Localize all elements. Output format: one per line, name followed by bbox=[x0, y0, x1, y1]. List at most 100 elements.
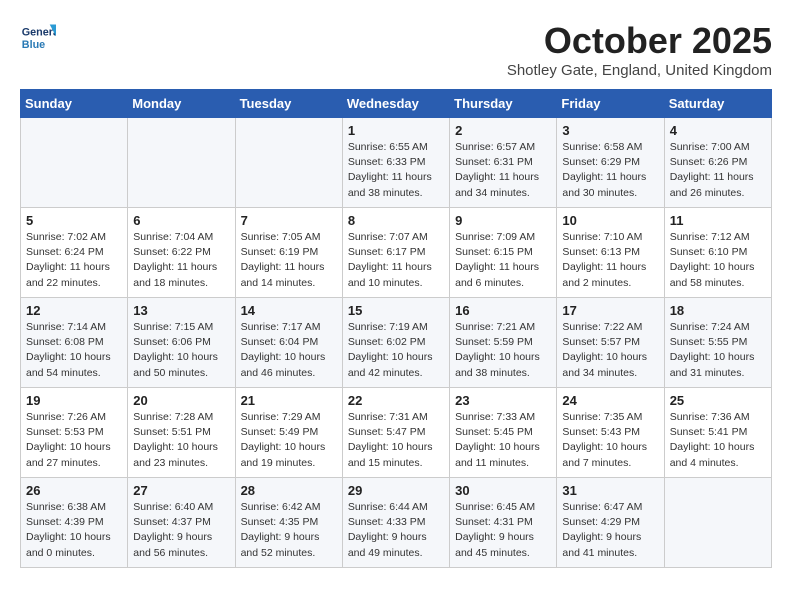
calendar-cell: 18 Sunrise: 7:24 AM Sunset: 5:55 PM Dayli… bbox=[664, 298, 771, 388]
calendar-cell: 14 Sunrise: 7:17 AM Sunset: 6:04 PM Dayli… bbox=[235, 298, 342, 388]
day-header-monday: Monday bbox=[128, 90, 235, 118]
day-info: Sunrise: 7:07 AM Sunset: 6:17 PM Dayligh… bbox=[348, 230, 444, 291]
day-info: Sunrise: 7:09 AM Sunset: 6:15 PM Dayligh… bbox=[455, 230, 551, 291]
calendar-cell: 9 Sunrise: 7:09 AM Sunset: 6:15 PM Daylig… bbox=[450, 208, 557, 298]
day-info: Sunrise: 7:24 AM Sunset: 5:55 PM Dayligh… bbox=[670, 320, 766, 381]
calendar-cell: 6 Sunrise: 7:04 AM Sunset: 6:22 PM Daylig… bbox=[128, 208, 235, 298]
day-number: 1 bbox=[348, 123, 444, 138]
day-info: Sunrise: 6:44 AM Sunset: 4:33 PM Dayligh… bbox=[348, 500, 444, 561]
day-number: 4 bbox=[670, 123, 766, 138]
day-info: Sunrise: 7:29 AM Sunset: 5:49 PM Dayligh… bbox=[241, 410, 337, 471]
day-info: Sunrise: 7:21 AM Sunset: 5:59 PM Dayligh… bbox=[455, 320, 551, 381]
calendar-week-row: 1 Sunrise: 6:55 AM Sunset: 6:33 PM Daylig… bbox=[21, 118, 772, 208]
day-info: Sunrise: 7:33 AM Sunset: 5:45 PM Dayligh… bbox=[455, 410, 551, 471]
calendar-cell: 8 Sunrise: 7:07 AM Sunset: 6:17 PM Daylig… bbox=[342, 208, 449, 298]
calendar-cell: 19 Sunrise: 7:26 AM Sunset: 5:53 PM Dayli… bbox=[21, 388, 128, 478]
day-number: 7 bbox=[241, 213, 337, 228]
day-number: 15 bbox=[348, 303, 444, 318]
day-info: Sunrise: 7:05 AM Sunset: 6:19 PM Dayligh… bbox=[241, 230, 337, 291]
calendar-cell: 21Sunrise: 7:29 AM Sunset: 5:49 PM Dayli… bbox=[235, 388, 342, 478]
day-number: 17 bbox=[562, 303, 658, 318]
day-info: Sunrise: 7:19 AM Sunset: 6:02 PM Dayligh… bbox=[348, 320, 444, 381]
svg-text:Blue: Blue bbox=[22, 39, 45, 51]
day-info: Sunrise: 7:10 AM Sunset: 6:13 PM Dayligh… bbox=[562, 230, 658, 291]
day-info: Sunrise: 6:42 AM Sunset: 4:35 PM Dayligh… bbox=[241, 500, 337, 561]
calendar-cell bbox=[235, 118, 342, 208]
day-info: Sunrise: 7:14 AM Sunset: 6:08 PM Dayligh… bbox=[26, 320, 122, 381]
calendar-cell bbox=[664, 478, 771, 568]
day-header-saturday: Saturday bbox=[664, 90, 771, 118]
day-info: Sunrise: 7:04 AM Sunset: 6:22 PM Dayligh… bbox=[133, 230, 229, 291]
day-info: Sunrise: 7:26 AM Sunset: 5:53 PM Dayligh… bbox=[26, 410, 122, 471]
calendar-cell: 13 Sunrise: 7:15 AM Sunset: 6:06 PM Dayli… bbox=[128, 298, 235, 388]
day-info: Sunrise: 7:36 AM Sunset: 5:41 PM Dayligh… bbox=[670, 410, 766, 471]
day-number: 16 bbox=[455, 303, 551, 318]
day-number: 23 bbox=[455, 393, 551, 408]
day-number: 8 bbox=[348, 213, 444, 228]
day-number: 28 bbox=[241, 483, 337, 498]
month-title: October 2025 bbox=[507, 20, 772, 62]
calendar-cell: 15 Sunrise: 7:19 AM Sunset: 6:02 PM Dayli… bbox=[342, 298, 449, 388]
day-number: 29 bbox=[348, 483, 444, 498]
calendar-cell: 16 Sunrise: 7:21 AM Sunset: 5:59 PM Dayli… bbox=[450, 298, 557, 388]
calendar-cell: 1 Sunrise: 6:55 AM Sunset: 6:33 PM Daylig… bbox=[342, 118, 449, 208]
calendar-cell: 7 Sunrise: 7:05 AM Sunset: 6:19 PM Daylig… bbox=[235, 208, 342, 298]
day-number: 30 bbox=[455, 483, 551, 498]
location-subtitle: Shotley Gate, England, United Kingdom bbox=[507, 62, 772, 79]
day-info: Sunrise: 6:55 AM Sunset: 6:33 PM Dayligh… bbox=[348, 140, 444, 201]
day-info: Sunrise: 7:17 AM Sunset: 6:04 PM Dayligh… bbox=[241, 320, 337, 381]
day-number: 3 bbox=[562, 123, 658, 138]
day-header-thursday: Thursday bbox=[450, 90, 557, 118]
day-info: Sunrise: 6:58 AM Sunset: 6:29 PM Dayligh… bbox=[562, 140, 658, 201]
logo-icon: General Blue bbox=[20, 20, 56, 56]
day-info: Sunrise: 6:47 AM Sunset: 4:29 PM Dayligh… bbox=[562, 500, 658, 561]
day-number: 19 bbox=[26, 393, 122, 408]
calendar-cell: 3 Sunrise: 6:58 AM Sunset: 6:29 PM Daylig… bbox=[557, 118, 664, 208]
day-info: Sunrise: 7:31 AM Sunset: 5:47 PM Dayligh… bbox=[348, 410, 444, 471]
day-number: 20 bbox=[133, 393, 229, 408]
calendar-week-row: 19 Sunrise: 7:26 AM Sunset: 5:53 PM Dayli… bbox=[21, 388, 772, 478]
day-info: Sunrise: 7:15 AM Sunset: 6:06 PM Dayligh… bbox=[133, 320, 229, 381]
calendar-table: SundayMondayTuesdayWednesdayThursdayFrid… bbox=[20, 89, 772, 568]
day-info: Sunrise: 6:40 AM Sunset: 4:37 PM Dayligh… bbox=[133, 500, 229, 561]
day-number: 9 bbox=[455, 213, 551, 228]
calendar-cell: 17 Sunrise: 7:22 AM Sunset: 5:57 PM Dayli… bbox=[557, 298, 664, 388]
calendar-cell: 23 Sunrise: 7:33 AM Sunset: 5:45 PM Dayli… bbox=[450, 388, 557, 478]
day-number: 11 bbox=[670, 213, 766, 228]
day-number: 27 bbox=[133, 483, 229, 498]
day-info: Sunrise: 6:45 AM Sunset: 4:31 PM Dayligh… bbox=[455, 500, 551, 561]
calendar-cell: 11Sunrise: 7:12 AM Sunset: 6:10 PM Dayli… bbox=[664, 208, 771, 298]
day-info: Sunrise: 7:00 AM Sunset: 6:26 PM Dayligh… bbox=[670, 140, 766, 201]
day-number: 18 bbox=[670, 303, 766, 318]
calendar-week-row: 12 Sunrise: 7:14 AM Sunset: 6:08 PM Dayli… bbox=[21, 298, 772, 388]
day-header-tuesday: Tuesday bbox=[235, 90, 342, 118]
calendar-cell: 30 Sunrise: 6:45 AM Sunset: 4:31 PM Dayli… bbox=[450, 478, 557, 568]
day-number: 6 bbox=[133, 213, 229, 228]
day-info: Sunrise: 7:02 AM Sunset: 6:24 PM Dayligh… bbox=[26, 230, 122, 291]
calendar-cell: 4 Sunrise: 7:00 AM Sunset: 6:26 PM Daylig… bbox=[664, 118, 771, 208]
calendar-cell: 2 Sunrise: 6:57 AM Sunset: 6:31 PM Daylig… bbox=[450, 118, 557, 208]
day-number: 26 bbox=[26, 483, 122, 498]
day-header-friday: Friday bbox=[557, 90, 664, 118]
calendar-cell: 22 Sunrise: 7:31 AM Sunset: 5:47 PM Dayli… bbox=[342, 388, 449, 478]
calendar-week-row: 5 Sunrise: 7:02 AM Sunset: 6:24 PM Daylig… bbox=[21, 208, 772, 298]
calendar-cell: 26 Sunrise: 6:38 AM Sunset: 4:39 PM Dayli… bbox=[21, 478, 128, 568]
calendar-cell bbox=[128, 118, 235, 208]
day-info: Sunrise: 6:57 AM Sunset: 6:31 PM Dayligh… bbox=[455, 140, 551, 201]
day-number: 14 bbox=[241, 303, 337, 318]
day-number: 10 bbox=[562, 213, 658, 228]
day-number: 13 bbox=[133, 303, 229, 318]
calendar-cell: 5 Sunrise: 7:02 AM Sunset: 6:24 PM Daylig… bbox=[21, 208, 128, 298]
day-info: Sunrise: 7:22 AM Sunset: 5:57 PM Dayligh… bbox=[562, 320, 658, 381]
logo: General Blue bbox=[20, 20, 56, 56]
day-info: Sunrise: 6:38 AM Sunset: 4:39 PM Dayligh… bbox=[26, 500, 122, 561]
day-header-sunday: Sunday bbox=[21, 90, 128, 118]
day-number: 12 bbox=[26, 303, 122, 318]
page-header: General Blue October 2025 Shotley Gate, … bbox=[20, 20, 772, 79]
day-number: 2 bbox=[455, 123, 551, 138]
title-block: October 2025 Shotley Gate, England, Unit… bbox=[507, 20, 772, 79]
day-number: 5 bbox=[26, 213, 122, 228]
day-info: Sunrise: 7:28 AM Sunset: 5:51 PM Dayligh… bbox=[133, 410, 229, 471]
day-number: 22 bbox=[348, 393, 444, 408]
calendar-cell bbox=[21, 118, 128, 208]
